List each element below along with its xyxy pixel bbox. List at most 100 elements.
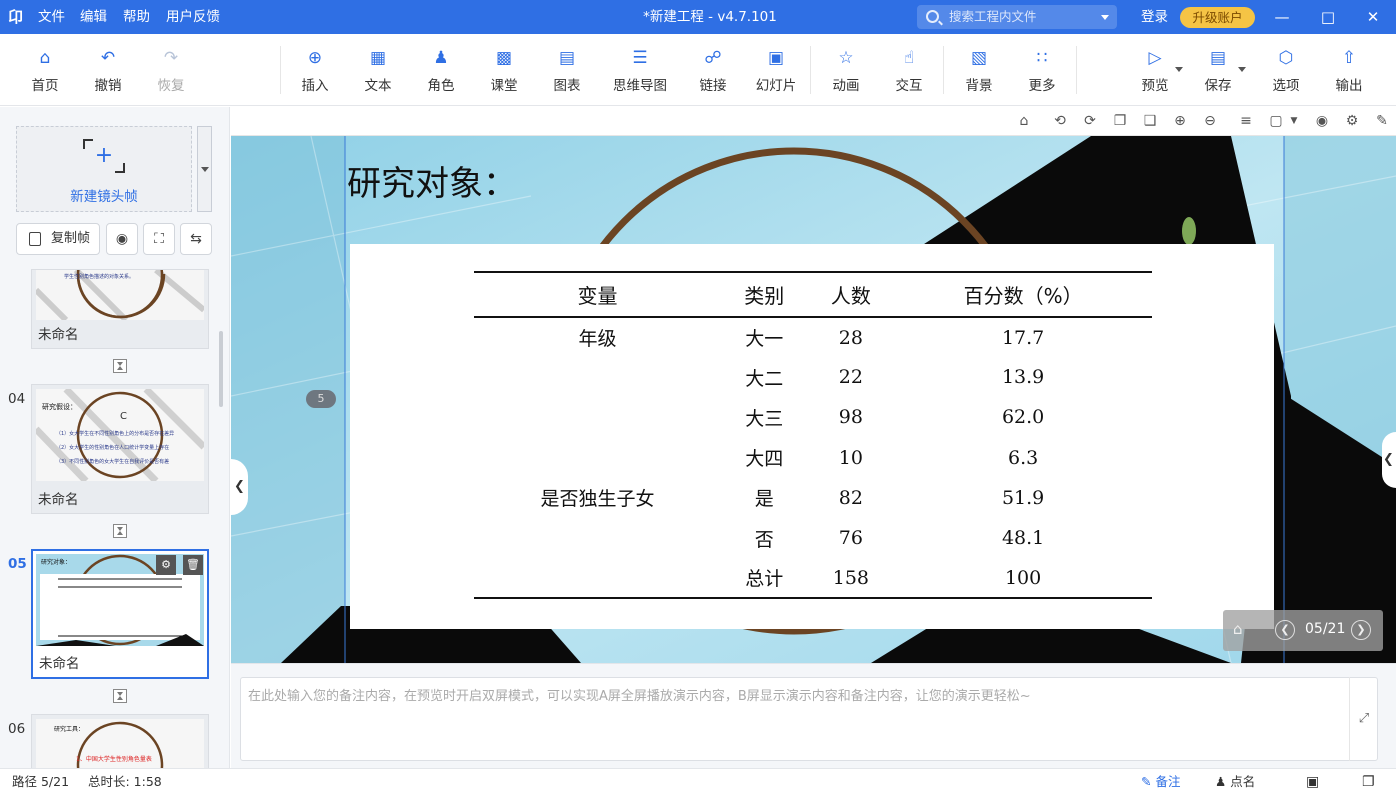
next-frame-button[interactable]: ❯ (1351, 620, 1371, 640)
chevron-down-icon[interactable] (1101, 15, 1109, 20)
login-button[interactable]: 登录 (1141, 0, 1168, 34)
lock-chevron-down-icon[interactable]: ▼ (1286, 113, 1302, 129)
rotate-right-icon[interactable]: ⟳ (1082, 113, 1098, 129)
transition-icon[interactable] (113, 689, 127, 703)
new-frame-dropdown[interactable] (197, 126, 212, 212)
home-icon[interactable]: ⌂ (1233, 620, 1251, 638)
table-cell: 13.9 (1001, 366, 1045, 389)
text-icon: ▦ (369, 48, 387, 68)
delete-icon[interactable]: 🗑 (183, 555, 203, 575)
collapse-left-panel-button[interactable]: ❮ (231, 459, 248, 515)
table-cell (474, 357, 721, 397)
slide-title[interactable]: 研究对象： (347, 156, 517, 205)
animation-icon: ☆ (838, 48, 854, 68)
lock-icon[interactable]: ▢ (1268, 113, 1284, 129)
table-row: 大二 22 13.9 (474, 357, 1152, 397)
maximize-icon[interactable]: □ (1305, 0, 1351, 34)
toolbar-divider (280, 46, 281, 94)
menu-feedback[interactable]: 用户反馈 (166, 0, 220, 34)
frame-name: 未命名 (38, 492, 79, 508)
menu-edit[interactable]: 编辑 (80, 0, 107, 34)
frame-number-badge[interactable]: 5 (306, 390, 336, 408)
person-icon: ♟ (1215, 774, 1227, 789)
screenshot-icon[interactable]: ◉ (1314, 113, 1330, 129)
toolbar-classroom-button[interactable]: ▩ 课堂 (474, 48, 534, 94)
search-input[interactable]: 搜索工程内文件 (917, 5, 1117, 29)
toolbar-redo-button[interactable]: ↷ 恢复 (141, 48, 201, 94)
rollcall-button[interactable]: ♟ 点名 (1215, 769, 1255, 795)
align-icon[interactable]: ≡ (1238, 113, 1254, 129)
frame-card[interactable]: 研究假设： C （1）女大学生在不同性别角色上的分布是否存在差异 （2）女大学生… (31, 384, 209, 514)
toolbar-background-button[interactable]: ▧ 背景 (949, 48, 1009, 94)
toolbar-insert-button[interactable]: ⊕ 插入 (285, 48, 345, 94)
total-duration: 总时长: 1:58 (88, 774, 162, 789)
toolbar-animation-button[interactable]: ☆ 动画 (816, 48, 876, 94)
home-icon: ⌂ (39, 48, 51, 68)
zoom-out-icon[interactable]: ⊖ (1202, 113, 1218, 129)
expand-right-panel-button[interactable]: ❮ (1382, 432, 1396, 488)
swap-button[interactable]: ⇆ (180, 223, 212, 255)
copy-layer-icon[interactable]: ❐ (1112, 113, 1128, 129)
settings-icon[interactable]: ⚙ (1344, 113, 1360, 129)
table-cell: 62.0 (1001, 406, 1045, 429)
toolbar-home-button[interactable]: ⌂ 首页 (15, 48, 75, 94)
toolbar-more-button[interactable]: ∷ 更多 (1012, 48, 1072, 94)
fit-frame-button[interactable]: ⛶ (143, 223, 175, 255)
home-view-icon[interactable]: ⌂ (1016, 113, 1032, 129)
notes-input[interactable]: 在此处输入您的备注内容，在预览时开启双屏模式，可以实现A屏全屏播放演示内容，B屏… (240, 677, 1378, 761)
rotate-left-icon[interactable]: ⟲ (1052, 113, 1068, 129)
swap-icon: ⇆ (190, 231, 202, 247)
close-icon[interactable]: ✕ (1350, 0, 1396, 34)
chevron-right-icon: ❯ (1356, 623, 1366, 636)
toolbar-divider (1076, 46, 1077, 94)
transition-icon[interactable] (113, 524, 127, 538)
preview-chevron-down-icon[interactable] (1175, 67, 1183, 72)
canvas-toolbar: ⌂ ⟲ ⟳ ❐ ❑ ⊕ ⊖ ≡ ▢ ▼ ◉ ⚙ ✎ (231, 107, 1396, 136)
camera-button[interactable]: ◉ (106, 223, 138, 255)
frame-card[interactable]: 研究工具： 1、中国大学生性别角色量表 (31, 714, 209, 769)
prev-frame-button[interactable]: ❮ (1275, 620, 1295, 640)
copy-frame-button[interactable]: 复制帧 (16, 223, 100, 255)
frame-settings-icon[interactable]: ⚙ (156, 555, 176, 575)
table-cell (474, 438, 721, 478)
toolbar-text-button[interactable]: ▦ 文本 (348, 48, 408, 94)
table-cell (474, 558, 721, 600)
toolbar-slide-button[interactable]: ▣ 幻灯片 (746, 48, 806, 94)
edit-icon[interactable]: ✎ (1374, 113, 1390, 129)
frame-counter: 05/21 (1305, 621, 1346, 637)
save-chevron-down-icon[interactable] (1238, 67, 1246, 72)
zoom-in-icon[interactable]: ⊕ (1172, 113, 1188, 129)
frame-list-scrollbar[interactable] (219, 331, 223, 407)
toolbar-options-button[interactable]: ⬡ 选项 (1256, 48, 1316, 94)
frame-card[interactable]: 学生性别角色描述的对象关系。 未命名 (31, 269, 209, 349)
expand-icon[interactable]: ⤢ (1349, 677, 1378, 761)
slide-stage[interactable]: 研究对象： 变量 类别 人数 百分数（%） 年级 大一 28 17.7 大二 2… (231, 136, 1396, 663)
preview-icon: ▷ (1148, 48, 1162, 68)
toolbar-chart-button[interactable]: ▤ 图表 (537, 48, 597, 94)
toolbar-character-button[interactable]: ♟ 角色 (411, 48, 471, 94)
table-cell (474, 397, 721, 437)
window-icon[interactable]: ❐ (1362, 769, 1375, 795)
transition-icon[interactable] (113, 359, 127, 373)
menu-help[interactable]: 帮助 (123, 0, 150, 34)
toolbar-mindmap-button[interactable]: ☰ 思维导图 (604, 48, 676, 94)
toolbar-link-button[interactable]: ☍ 链接 (683, 48, 743, 94)
minimize-icon[interactable]: — (1259, 0, 1305, 34)
paste-layer-icon[interactable]: ❑ (1142, 113, 1158, 129)
toolbar-export-button[interactable]: ⇧ 输出 (1319, 48, 1379, 94)
toolbar-interaction-button[interactable]: ☝ 交互 (879, 48, 939, 94)
svg-text:（3）不同性别角色的女大学生在自我评价是否有差: （3）不同性别角色的女大学生在自我评价是否有差 (56, 458, 169, 465)
new-frame-button[interactable]: + 新建镜头帧 (16, 126, 192, 212)
toolbar-undo-button[interactable]: ↶ 撤销 (78, 48, 138, 94)
upgrade-button[interactable]: 升级账户 (1180, 7, 1255, 28)
table-cell: 10 (838, 446, 863, 469)
chevron-left-icon: ❮ (1280, 623, 1290, 636)
table-cell: 大三 (745, 407, 784, 430)
table-card[interactable]: 变量 类别 人数 百分数（%） 年级 大一 28 17.7 大二 22 13.9… (350, 244, 1274, 629)
data-table: 变量 类别 人数 百分数（%） 年级 大一 28 17.7 大二 22 13.9… (474, 271, 1152, 600)
screen-icon[interactable]: ▣ (1306, 769, 1319, 795)
document-title: *新建工程 - v4.7.101 (643, 9, 777, 25)
notes-toggle-button[interactable]: ✎ 备注 (1141, 769, 1180, 795)
menu-file[interactable]: 文件 (38, 0, 65, 34)
frame-card-active[interactable]: 研究对象： ⚙ 🗑 未命名 (31, 549, 209, 679)
